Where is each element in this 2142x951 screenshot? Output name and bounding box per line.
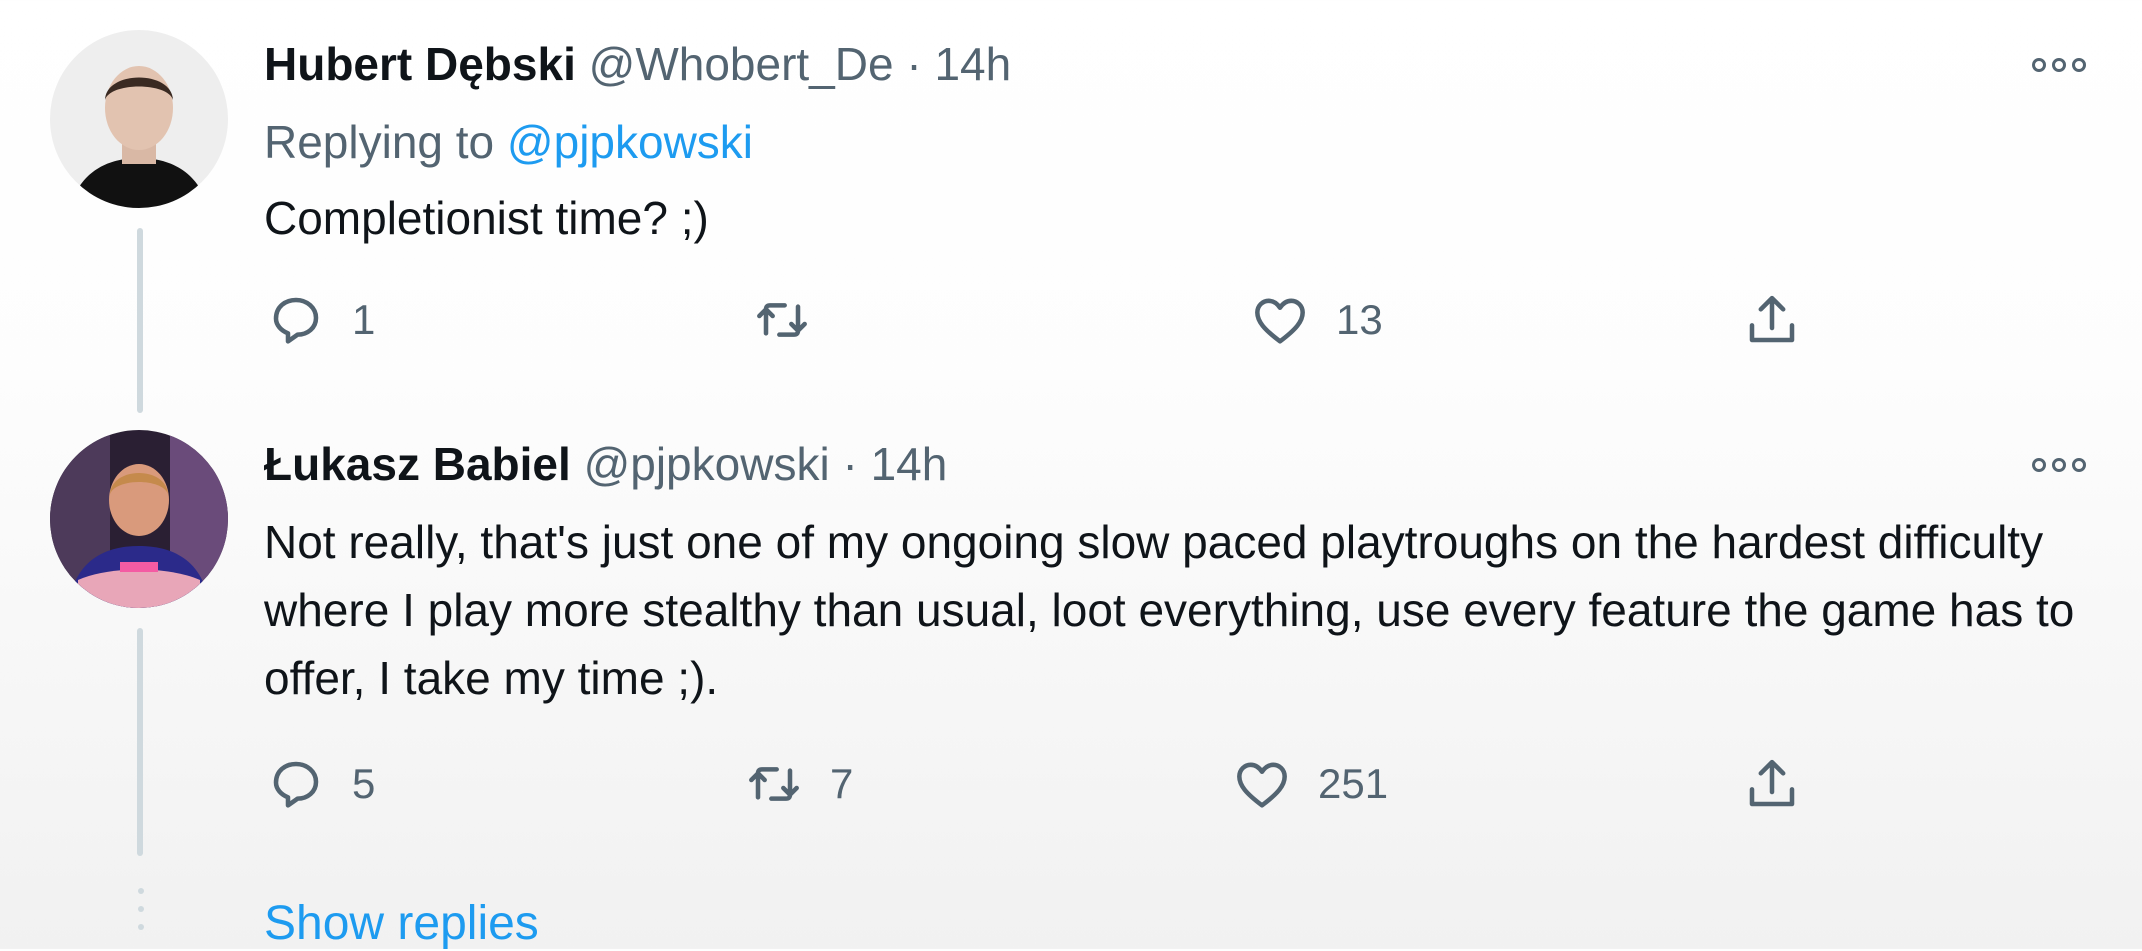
separator-dot: · xyxy=(842,438,858,490)
like-count: 251 xyxy=(1318,760,1389,807)
tweet-header: Łukasz Babiel @pjpkowski · 14h xyxy=(264,436,947,492)
more-icon[interactable] xyxy=(2032,453,2096,477)
reply-icon xyxy=(273,297,319,344)
avatar-image xyxy=(50,30,228,208)
reply-button[interactable]: 1 xyxy=(264,288,375,352)
avatar[interactable] xyxy=(50,430,228,608)
tweet-text: Not really, that's just one of my ongoin… xyxy=(264,516,2075,704)
separator-dot: · xyxy=(906,38,922,90)
tweet-thread: Hubert Dębski @Whobert_De · 14h Replying… xyxy=(0,0,2142,951)
handle[interactable]: @Whobert_De xyxy=(589,38,894,90)
heart-icon xyxy=(1237,762,1287,808)
like-count: 13 xyxy=(1336,296,1383,343)
display-name[interactable]: Łukasz Babiel xyxy=(264,438,571,490)
retweet-button[interactable]: 7 xyxy=(742,752,853,816)
more-icon[interactable] xyxy=(2032,53,2096,77)
tweet-actions: 1 13 xyxy=(0,288,2142,358)
like-button[interactable]: 251 xyxy=(1230,752,1388,816)
avatar-image xyxy=(50,430,228,608)
reply-button[interactable]: 5 xyxy=(264,752,375,816)
replying-mention-link[interactable]: @pjpkowski xyxy=(507,116,753,168)
share-button[interactable] xyxy=(1740,752,1804,816)
replying-to: Replying to @pjpkowski xyxy=(264,114,753,170)
avatar[interactable] xyxy=(50,30,228,208)
tweet-header: Hubert Dębski @Whobert_De · 14h xyxy=(264,36,1011,92)
tweet-text: Completionist time? ;) xyxy=(264,192,709,244)
timestamp[interactable]: 14h xyxy=(934,38,1011,90)
timestamp[interactable]: 14h xyxy=(871,438,948,490)
share-button[interactable] xyxy=(1740,288,1804,352)
reply-count: 1 xyxy=(352,296,376,343)
retweet-count: 7 xyxy=(830,760,854,807)
reply-count: 5 xyxy=(352,760,376,807)
share-icon xyxy=(1749,295,1795,343)
display-name[interactable]: Hubert Dębski xyxy=(264,38,576,90)
show-replies-link[interactable]: Show replies xyxy=(264,896,539,951)
share-icon xyxy=(1749,759,1795,807)
retweet-icon xyxy=(749,767,799,801)
tweet-actions: 5 7 251 xyxy=(0,752,2142,822)
replying-prefix: Replying to xyxy=(264,116,495,168)
heart-icon xyxy=(1255,298,1305,344)
like-button[interactable]: 13 xyxy=(1248,288,1383,352)
handle[interactable]: @pjpkowski xyxy=(584,438,830,490)
reply-icon xyxy=(273,761,319,808)
retweet-button[interactable] xyxy=(750,288,838,352)
retweet-icon xyxy=(757,303,807,337)
thread-dots xyxy=(138,888,144,942)
